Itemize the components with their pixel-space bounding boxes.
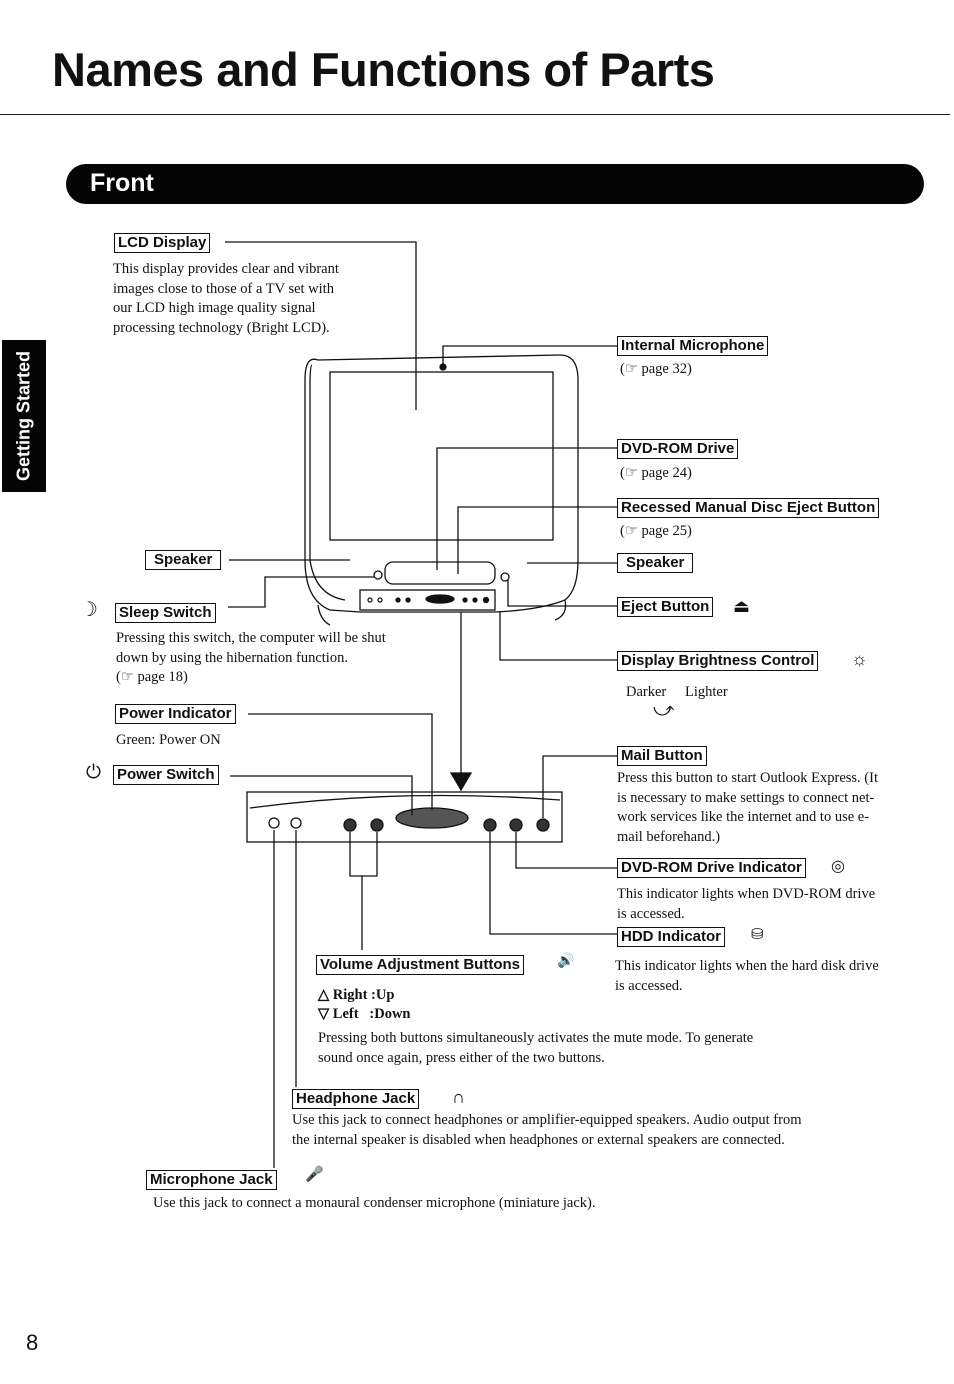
mail-button-label: Mail Button	[617, 746, 707, 766]
desc-line: is necessary to make settings to connect…	[617, 789, 875, 806]
desc-line: is accessed.	[617, 905, 685, 922]
speaker-left-label: Speaker	[145, 550, 222, 570]
lcd-screen	[329, 371, 554, 541]
headphone-jack-label: Headphone Jack	[292, 1089, 420, 1109]
sleep-switch-label: Sleep Switch	[115, 603, 216, 623]
desc-line: This display provides clear and vibrant	[113, 261, 339, 277]
headphone-icon: ∩	[452, 1087, 465, 1107]
desc-line: is accessed.	[615, 977, 683, 994]
desc-line: processing technology (Bright LCD).	[113, 319, 330, 336]
desc-line: work services like the internet and to u…	[617, 809, 870, 825]
speaker-right-label: Speaker	[617, 553, 694, 573]
microphone-jack-label: Microphone Jack	[146, 1170, 277, 1190]
page-number: 8	[26, 1330, 39, 1355]
volume-buttons-desc: Pressing both buttons simultaneously act…	[318, 1029, 753, 1068]
power-indicator-label: Power Indicator	[115, 704, 236, 724]
recessed-eject-ref: (☞ page 25)	[620, 523, 692, 539]
eject-icon: ⏏	[733, 596, 751, 616]
moon-icon: ☽	[80, 599, 98, 621]
desc-line: Press this button to start Outlook Expre…	[617, 770, 878, 786]
desc-line: mail beforehand.)	[617, 828, 721, 845]
speaker-volume-icon: 🔊	[557, 954, 575, 969]
desc-line: images close to those of a TV set with	[113, 280, 334, 297]
dvd-slot	[384, 561, 496, 585]
desc-line: Pressing both buttons simultaneously act…	[318, 1030, 754, 1046]
dvd-rom-drive-label: DVD-ROM Drive	[617, 439, 739, 459]
sleep-switch-desc: Pressing this switch, the computer will …	[116, 629, 386, 688]
dvd-indicator-label: DVD-ROM Drive Indicator	[617, 858, 806, 878]
hdd-icon: ⛁	[751, 927, 764, 943]
power-indicator-desc: Green: Power ON	[116, 732, 221, 748]
brightness-lighter: Lighter	[685, 684, 728, 700]
curve-arrow-icon: ⤻	[653, 699, 675, 721]
recessed-eject-label: Recessed Manual Disc Eject Button	[617, 498, 880, 518]
dvd-rom-drive-ref: (☞ page 24)	[620, 465, 692, 481]
internal-microphone-ref: (☞ page 32)	[620, 361, 692, 377]
desc-line: This indicator lights when the hard disk…	[615, 958, 879, 974]
dvd-indicator-desc: This indicator lights when DVD-ROM drive…	[617, 885, 875, 924]
desc-line: sound once again, press either of the tw…	[318, 1049, 605, 1066]
display-brightness-label: Display Brightness Control	[617, 651, 819, 671]
device-diagram	[225, 241, 617, 1168]
lcd-display-desc: This display provides clear and vibrant …	[113, 260, 339, 338]
monitor-outline	[304, 354, 579, 613]
volume-buttons-label: Volume Adjustment Buttons	[316, 955, 524, 975]
hdd-indicator-label: HDD Indicator	[617, 927, 726, 947]
mail-button-desc: Press this button to start Outlook Expre…	[617, 769, 878, 847]
desc-line: Pressing this switch, the computer will …	[116, 630, 386, 646]
brightness-icon: ☼	[851, 649, 868, 669]
desc-line: the internal speaker is disabled when he…	[292, 1131, 785, 1148]
desc-line: down by using the hibernation function.	[116, 649, 348, 666]
eject-knob	[500, 572, 510, 582]
lcd-display-label: LCD Display	[114, 233, 211, 253]
desc-line: This indicator lights when DVD-ROM drive	[617, 886, 876, 902]
desc-line: our LCD high image quality signal	[113, 300, 316, 316]
eject-button-label: Eject Button	[617, 597, 714, 617]
sleep-switch-ref: (☞ page 18)	[116, 669, 188, 685]
desc-line: Use this jack to connect headphones or a…	[292, 1112, 802, 1128]
sleep-switch-knob	[373, 570, 383, 580]
volume-up-text: △ Right :Up	[318, 987, 395, 1003]
internal-microphone-label: Internal Microphone	[617, 336, 769, 356]
microphone-icon: 🎤	[305, 1167, 324, 1183]
volume-down-text: ▽ Left :Down	[318, 1006, 411, 1022]
headphone-jack-desc: Use this jack to connect headphones or a…	[292, 1111, 802, 1150]
microphone-jack-desc: Use this jack to connect a monaural cond…	[153, 1195, 596, 1211]
hdd-indicator-desc: This indicator lights when the hard disk…	[615, 957, 879, 996]
disc-icon: ◎	[831, 858, 845, 875]
power-icon: ⏻	[86, 762, 102, 783]
power-switch-label: Power Switch	[113, 765, 219, 785]
